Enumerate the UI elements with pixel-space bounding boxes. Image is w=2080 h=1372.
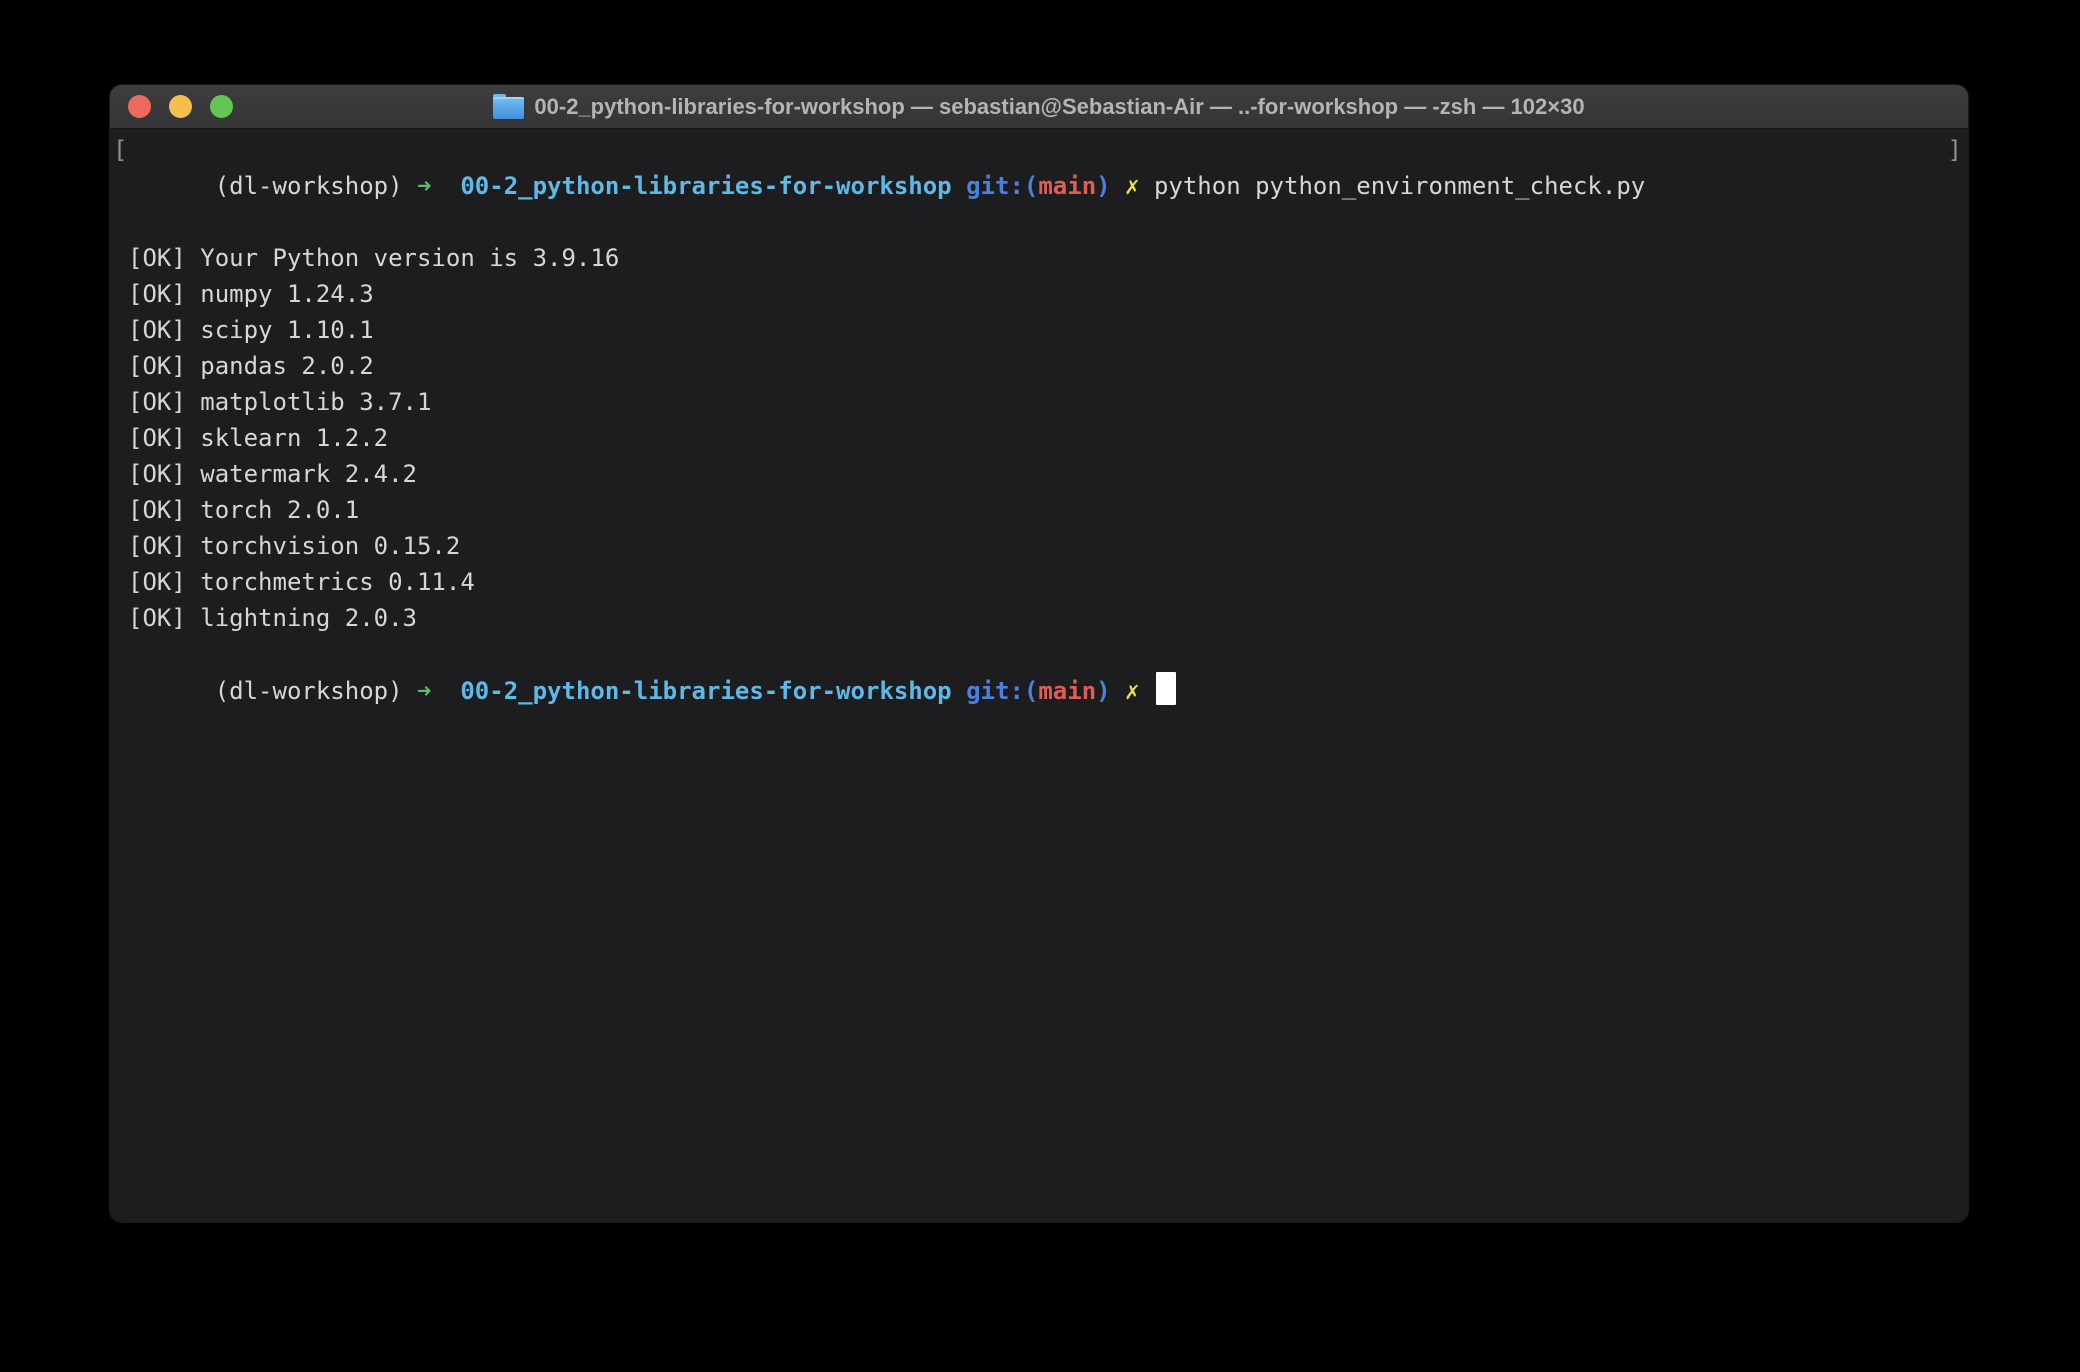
- terminal-window: 00-2_python-libraries-for-workshop — seb…: [110, 85, 1968, 1222]
- terminal-output-line: [OK] torchmetrics 0.11.4: [110, 564, 1968, 600]
- terminal-output-line: [OK] pandas 2.0.2: [110, 348, 1968, 384]
- prompt-git-prefix: git:(: [966, 677, 1038, 705]
- prompt-git-suffix: ): [1096, 677, 1110, 705]
- prompt-directory: 00-2_python-libraries-for-workshop: [460, 172, 951, 200]
- terminal-output-line: [OK] Your Python version is 3.9.16: [110, 240, 1968, 276]
- prompt-space: [1140, 172, 1154, 200]
- prompt-space: [952, 677, 966, 705]
- terminal-output-line: [OK] lightning 2.0.3: [110, 600, 1968, 636]
- terminal-output-line: [OK] numpy 1.24.3: [110, 276, 1968, 312]
- terminal-output-line: [OK] scipy 1.10.1: [110, 312, 1968, 348]
- terminal-output-line: [OK] matplotlib 3.7.1: [110, 384, 1968, 420]
- terminal-body[interactable]: [ (dl-workshop) ➜ 00-2_python-libraries-f…: [110, 129, 1968, 745]
- prompt-arrow: ➜: [417, 677, 431, 705]
- prompt-dirty-flag: ✗: [1125, 172, 1139, 200]
- prompt-space: [403, 172, 417, 200]
- prompt-git-prefix: git:(: [966, 172, 1038, 200]
- zoom-button[interactable]: [210, 95, 233, 118]
- prompt-arrow: ➜: [417, 172, 431, 200]
- prompt-directory: 00-2_python-libraries-for-workshop: [460, 677, 951, 705]
- terminal-output-line: [OK] sklearn 1.2.2: [110, 420, 1968, 456]
- folder-icon: [493, 94, 524, 119]
- terminal-output-line: [OK] torch 2.0.1: [110, 492, 1968, 528]
- prompt-space: [403, 677, 417, 705]
- terminal-prompt-idle-line: (dl-workshop) ➜ 00-2_python-libraries-fo…: [110, 636, 1968, 745]
- prompt-space: [431, 677, 460, 705]
- prompt-git-branch: main: [1038, 172, 1096, 200]
- terminal-cursor: [1156, 672, 1176, 705]
- window-title: 00-2_python-libraries-for-workshop — seb…: [534, 94, 1584, 120]
- prompt-git-suffix: ): [1096, 172, 1110, 200]
- terminal-output: [OK] Your Python version is 3.9.16[OK] n…: [110, 240, 1968, 636]
- terminal-prompt-command-line: [ (dl-workshop) ➜ 00-2_python-libraries-f…: [110, 132, 1968, 240]
- title-bar[interactable]: 00-2_python-libraries-for-workshop — seb…: [110, 85, 1968, 129]
- prompt-space: [1111, 677, 1125, 705]
- typed-command: python python_environment_check.py: [1154, 172, 1645, 200]
- terminal-mark-left: [: [113, 132, 127, 168]
- prompt-space: [431, 172, 460, 200]
- terminal-output-line: [OK] watermark 2.4.2: [110, 456, 1968, 492]
- terminal-mark-right: ]: [1948, 132, 1962, 168]
- window-title-group: 00-2_python-libraries-for-workshop — seb…: [493, 94, 1584, 120]
- prompt-space: [952, 172, 966, 200]
- terminal-output-line: [OK] torchvision 0.15.2: [110, 528, 1968, 564]
- close-button[interactable]: [128, 95, 151, 118]
- minimize-button[interactable]: [169, 95, 192, 118]
- prompt-venv: (dl-workshop): [215, 172, 403, 200]
- window-controls: [128, 85, 233, 128]
- prompt-venv: (dl-workshop): [215, 677, 403, 705]
- desktop: { "window": { "title": "00-2_python-libr…: [0, 0, 2080, 1372]
- prompt-dirty-flag: ✗: [1125, 677, 1139, 705]
- prompt-space: [1111, 172, 1125, 200]
- prompt-space: [1140, 677, 1154, 705]
- prompt-git-branch: main: [1038, 677, 1096, 705]
